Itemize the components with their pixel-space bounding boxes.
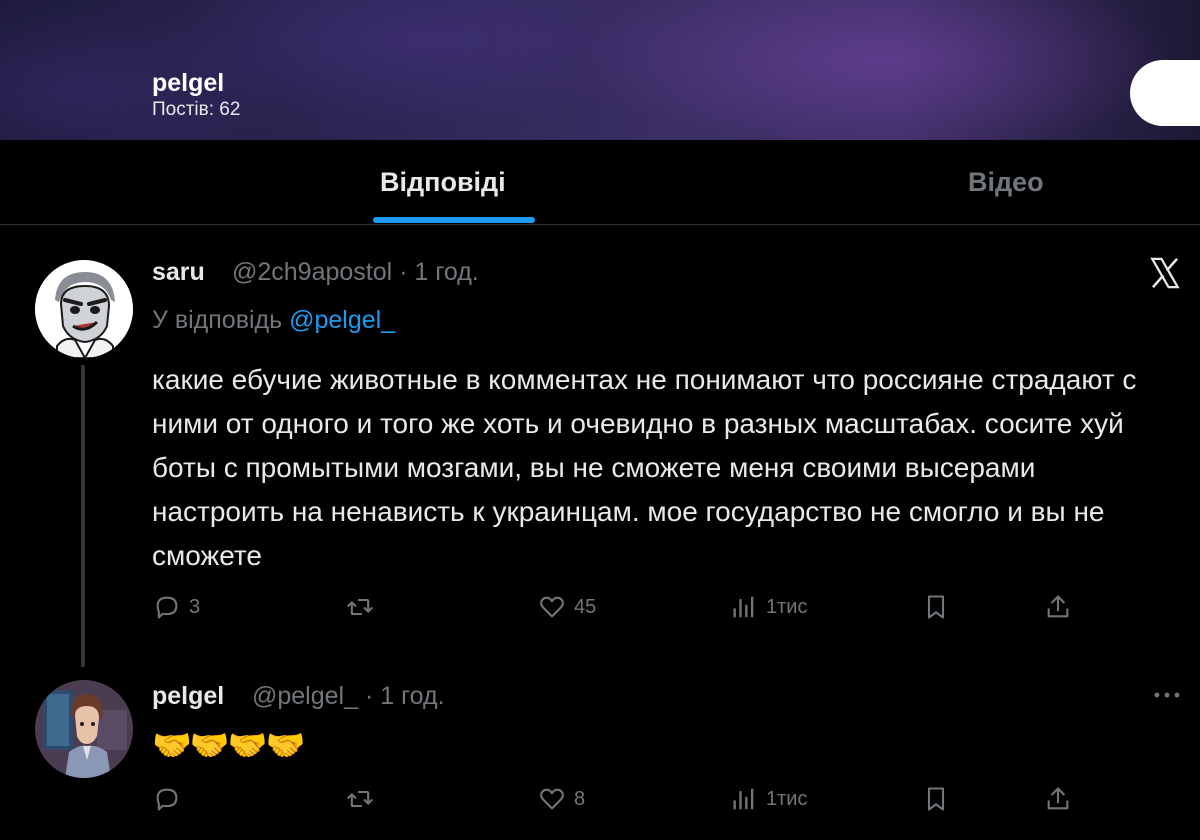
avatar[interactable] [35, 260, 133, 358]
bookmark-button[interactable] [922, 784, 950, 814]
like-count: 45 [574, 595, 597, 618]
heart-icon [540, 788, 564, 810]
tweet-text: 🤝🤝🤝🤝 [152, 727, 305, 763]
author-handle[interactable]: @pelgel_ · 1 год. [252, 682, 445, 710]
heart-icon [540, 596, 564, 618]
reply-icon [156, 596, 178, 619]
author-handle[interactable]: @2ch9apostol · 1 год. [232, 258, 479, 286]
author-name[interactable]: saru [152, 258, 205, 286]
reply-button[interactable] [153, 784, 181, 814]
bookmark-button[interactable] [922, 592, 950, 622]
repost-button[interactable] [346, 592, 374, 622]
thread-connector-line [81, 365, 85, 667]
repost-button[interactable] [346, 784, 374, 814]
like-count: 8 [574, 787, 586, 810]
reply-icon [156, 788, 178, 811]
x-logo-icon [1150, 257, 1180, 289]
views-button[interactable]: 1тис [730, 592, 807, 622]
profile-header-banner: pelgel Постів: 62 [0, 0, 1200, 140]
repost-icon [347, 598, 373, 616]
views-count: 1тис [766, 787, 808, 810]
more-options-icon[interactable] [1152, 690, 1182, 700]
views-chart-icon [733, 596, 754, 618]
posts-count: Постів: 62 [152, 99, 241, 120]
avatar-image-saru [35, 260, 133, 358]
share-button[interactable] [1044, 592, 1072, 622]
tab-video[interactable]: Відео [968, 166, 1044, 198]
views-count: 1тис [766, 595, 808, 618]
tweet-text: какие ебучие животные в комментах не пон… [152, 364, 1137, 571]
like-button[interactable]: 8 [538, 784, 585, 814]
share-button[interactable] [1044, 784, 1072, 814]
profile-tabs: Відповіді Відео [0, 140, 1200, 225]
share-icon [1047, 787, 1069, 810]
share-icon [1047, 595, 1069, 618]
follow-button[interactable] [1130, 60, 1200, 126]
bookmark-icon [927, 595, 945, 619]
reply-prefix: У відповідь [152, 306, 283, 334]
active-tab-indicator [373, 217, 535, 223]
repost-icon [347, 790, 373, 808]
reply-mention-link[interactable]: @pelgel_ [289, 306, 395, 334]
views-chart-icon [733, 788, 754, 810]
tab-replies[interactable]: Відповіді [380, 166, 506, 198]
profile-title: pelgel [152, 69, 225, 97]
bookmark-icon [927, 787, 945, 811]
avatar[interactable] [35, 680, 133, 778]
author-name[interactable]: pelgel [152, 682, 224, 710]
like-button[interactable]: 45 [538, 592, 596, 622]
views-button[interactable]: 1тис [730, 784, 807, 814]
reply-count: 3 [189, 595, 201, 618]
reply-to-line: У відповідь @pelgel_ [152, 305, 395, 335]
avatar-image-pelgel [35, 680, 133, 778]
reply-button[interactable]: 3 [153, 592, 200, 622]
